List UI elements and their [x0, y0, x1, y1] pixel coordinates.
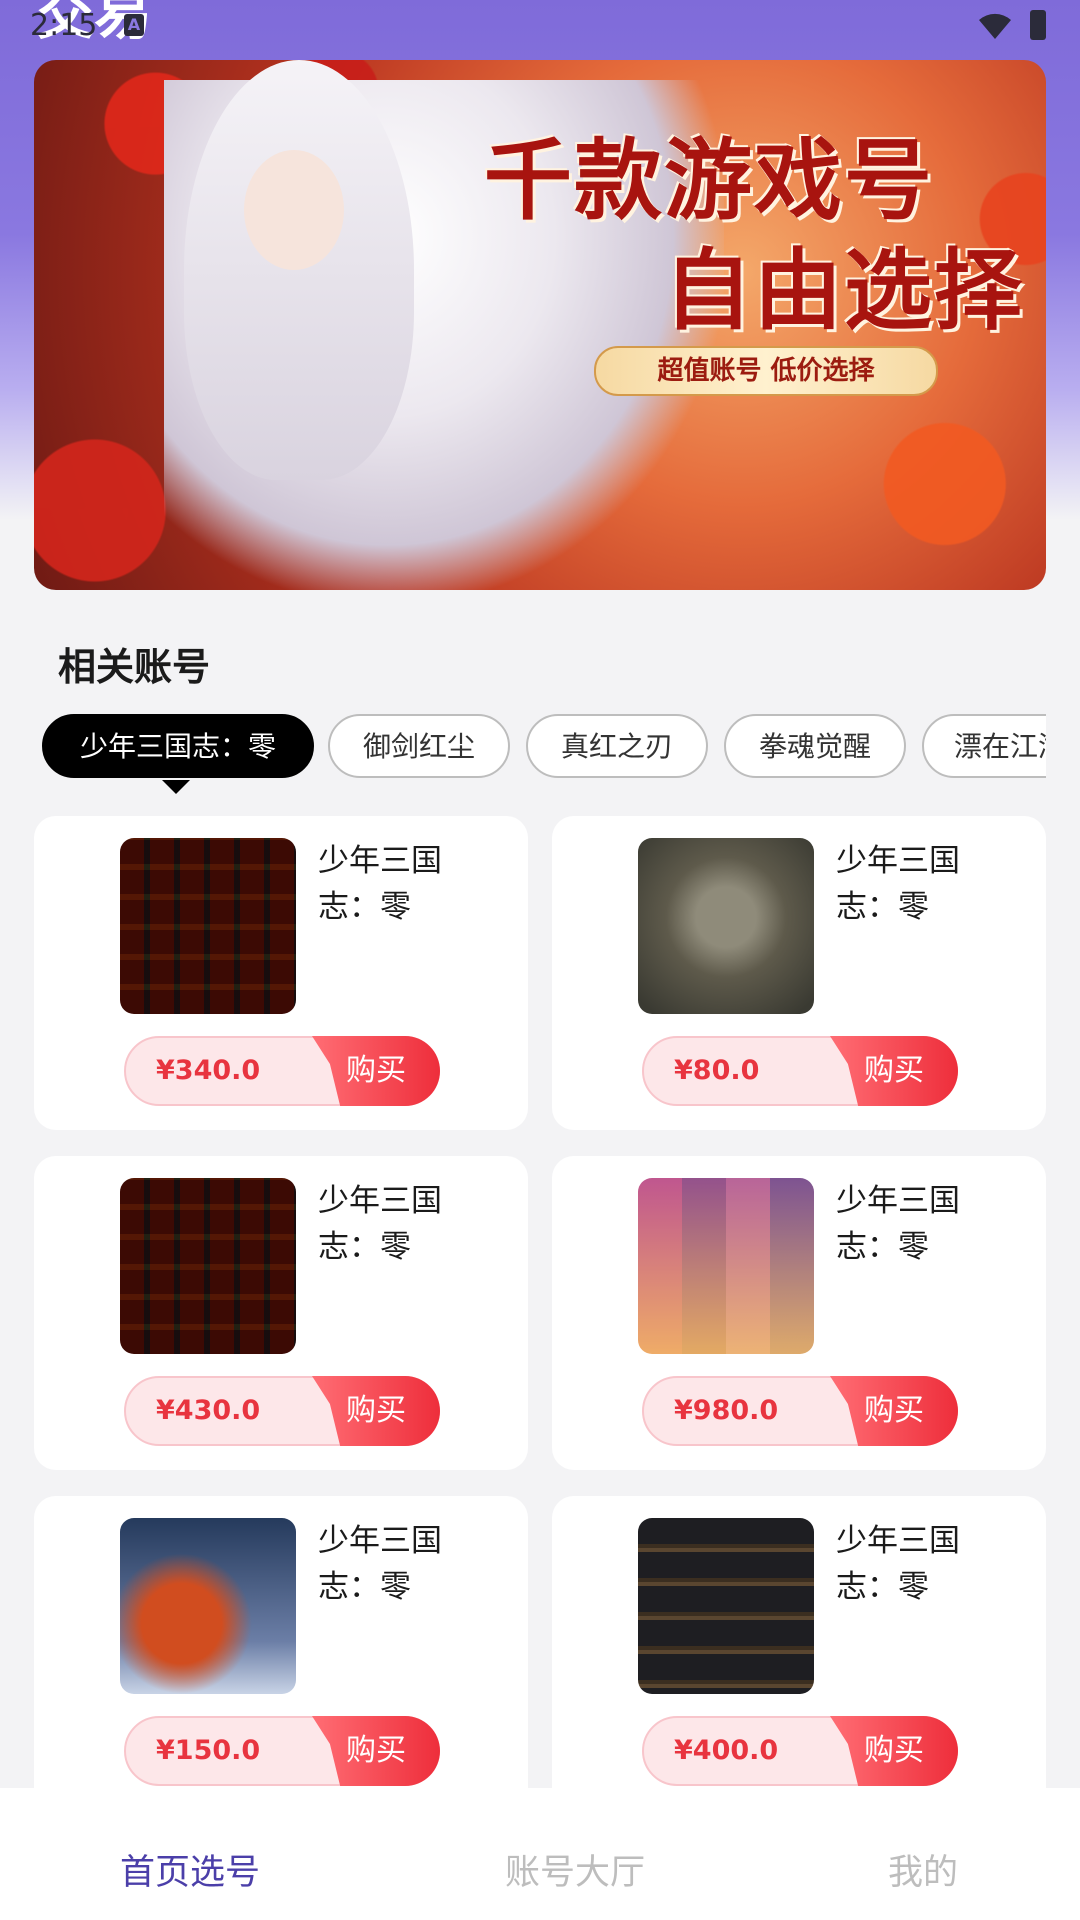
- chip-zhenhong-zhiren[interactable]: 真红之刃: [526, 714, 708, 778]
- chip-shaonian-sanguozhi[interactable]: 少年三国志：零: [42, 714, 314, 778]
- product-image[interactable]: [120, 1178, 296, 1354]
- product-title: 少年三国志：零: [318, 843, 442, 925]
- product-price: ¥980.0: [674, 1395, 779, 1426]
- product-card[interactable]: 少年三国志：零 ¥430.0 购买: [34, 1156, 528, 1470]
- chip-yujian-hongchen[interactable]: 御剑红尘: [328, 714, 510, 778]
- chip-quanhun-juexing[interactable]: 拳魂觉醒: [724, 714, 906, 778]
- product-card[interactable]: 少年三国志：零 ¥80.0 购买: [552, 816, 1046, 1130]
- product-card[interactable]: 少年三国志：零 ¥150.0 购买: [34, 1496, 528, 1810]
- price-pill: ¥980.0 购买: [642, 1376, 958, 1446]
- banner-character-face: [244, 150, 344, 270]
- battery-icon: [1030, 10, 1046, 40]
- product-title: 少年三国志：零: [836, 1183, 960, 1265]
- product-price: ¥400.0: [674, 1735, 779, 1766]
- price-pill: ¥80.0 购买: [642, 1036, 958, 1106]
- product-price: ¥150.0: [156, 1735, 261, 1766]
- active-chip-indicator: [162, 780, 190, 794]
- price-pill: ¥340.0 购买: [124, 1036, 440, 1106]
- buy-button[interactable]: 购买: [312, 1716, 440, 1786]
- banner-tagline: 超值账号 低价选择: [594, 346, 938, 396]
- game-filter-chips: 少年三国志：零 御剑红尘 真红之刃 拳魂觉醒 漂在江湖: [42, 714, 1046, 784]
- product-image[interactable]: [120, 1518, 296, 1694]
- product-image[interactable]: [120, 838, 296, 1014]
- banner-headline-2: 自由选择: [664, 238, 1025, 342]
- product-card[interactable]: 少年三国志：零 ¥980.0 购买: [552, 1156, 1046, 1470]
- buy-button[interactable]: 购买: [312, 1376, 440, 1446]
- product-card[interactable]: 少年三国志：零 ¥340.0 购买: [34, 816, 528, 1130]
- buy-button[interactable]: 购买: [830, 1376, 958, 1446]
- nav-home-select[interactable]: 首页选号: [120, 1844, 260, 1895]
- product-title: 少年三国志：零: [836, 1523, 960, 1605]
- wifi-icon: [979, 13, 1011, 40]
- buy-button[interactable]: 购买: [830, 1716, 958, 1786]
- product-title: 少年三国志：零: [836, 843, 960, 925]
- banner-headline-1: 千款游戏号: [484, 128, 935, 232]
- product-price: ¥430.0: [156, 1395, 261, 1426]
- a-notification-icon: A: [124, 14, 144, 36]
- status-time: 2:15: [30, 8, 98, 43]
- price-pill: ¥430.0 购买: [124, 1376, 440, 1446]
- status-bar: 交易 2:15 A: [0, 0, 1080, 56]
- nav-account-hall[interactable]: 账号大厅: [505, 1844, 645, 1895]
- product-image[interactable]: [638, 1178, 814, 1354]
- product-image[interactable]: [638, 838, 814, 1014]
- buy-button[interactable]: 购买: [830, 1036, 958, 1106]
- product-price: ¥340.0: [156, 1055, 261, 1086]
- product-title: 少年三国志：零: [318, 1183, 442, 1265]
- product-title: 少年三国志：零: [318, 1523, 442, 1605]
- bottom-navigation: 首页选号 账号大厅 我的: [0, 1788, 1080, 1920]
- section-title: 相关账号: [58, 645, 211, 689]
- product-image[interactable]: [638, 1518, 814, 1694]
- nav-mine[interactable]: 我的: [888, 1844, 958, 1895]
- product-card[interactable]: 少年三国志：零 ¥400.0 购买: [552, 1496, 1046, 1810]
- promo-banner[interactable]: 千款游戏号 自由选择 超值账号 低价选择: [34, 60, 1046, 590]
- chip-piao-zai-jianghu[interactable]: 漂在江湖: [922, 714, 1046, 778]
- price-pill: ¥150.0 购买: [124, 1716, 440, 1786]
- banner-character-hair: [184, 60, 414, 480]
- buy-button[interactable]: 购买: [312, 1036, 440, 1106]
- product-price: ¥80.0: [674, 1055, 760, 1086]
- price-pill: ¥400.0 购买: [642, 1716, 958, 1786]
